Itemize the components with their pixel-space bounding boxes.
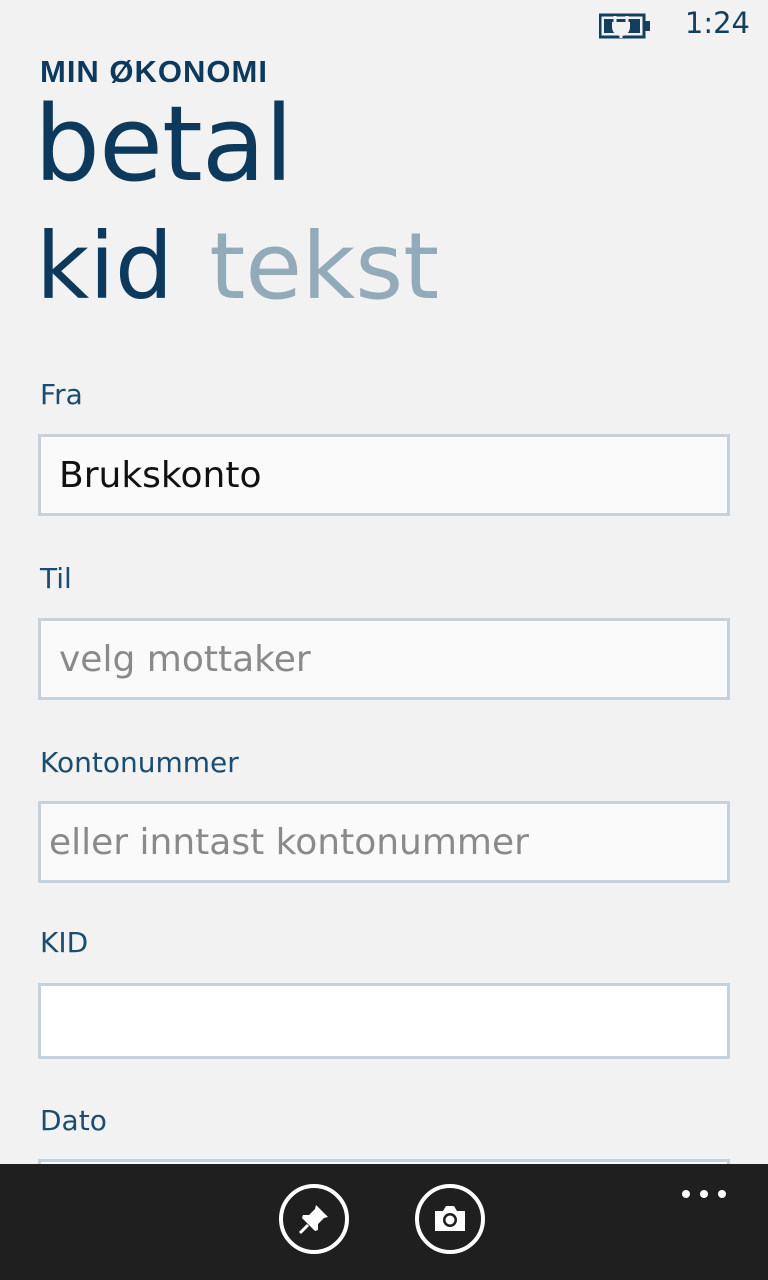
- status-bar: 1:24: [0, 0, 768, 50]
- account-number-input[interactable]: eller inntast kontonummer: [38, 801, 730, 883]
- from-label: Fra: [40, 378, 83, 411]
- account-number-label: Kontonummer: [40, 746, 239, 779]
- pin-icon: [298, 1205, 328, 1235]
- to-label: Til: [40, 562, 72, 595]
- ellipsis-icon[interactable]: [682, 1184, 734, 1204]
- app-bar: [0, 1164, 768, 1280]
- kid-input[interactable]: [38, 983, 730, 1059]
- pin-button[interactable]: [279, 1184, 349, 1254]
- pivot-item-kid[interactable]: kid: [36, 212, 173, 322]
- battery-charging-icon: [599, 13, 650, 39]
- pivot-item-tekst[interactable]: tekst: [209, 212, 439, 322]
- camera-icon: [435, 1206, 465, 1231]
- recipient-select[interactable]: velg mottaker: [38, 618, 730, 700]
- page-title: betal: [34, 83, 293, 205]
- pivot-header: kid tekst: [36, 212, 475, 322]
- from-account-select[interactable]: Brukskonto: [38, 434, 730, 516]
- status-time: 1:24: [684, 6, 750, 40]
- payment-screen: 1:24 MIN ØKONOMI betal kid tekst Fra Bruk…: [0, 0, 768, 1280]
- date-label: Dato: [40, 1104, 107, 1137]
- kid-label: KID: [40, 926, 89, 959]
- camera-button[interactable]: [415, 1184, 485, 1254]
